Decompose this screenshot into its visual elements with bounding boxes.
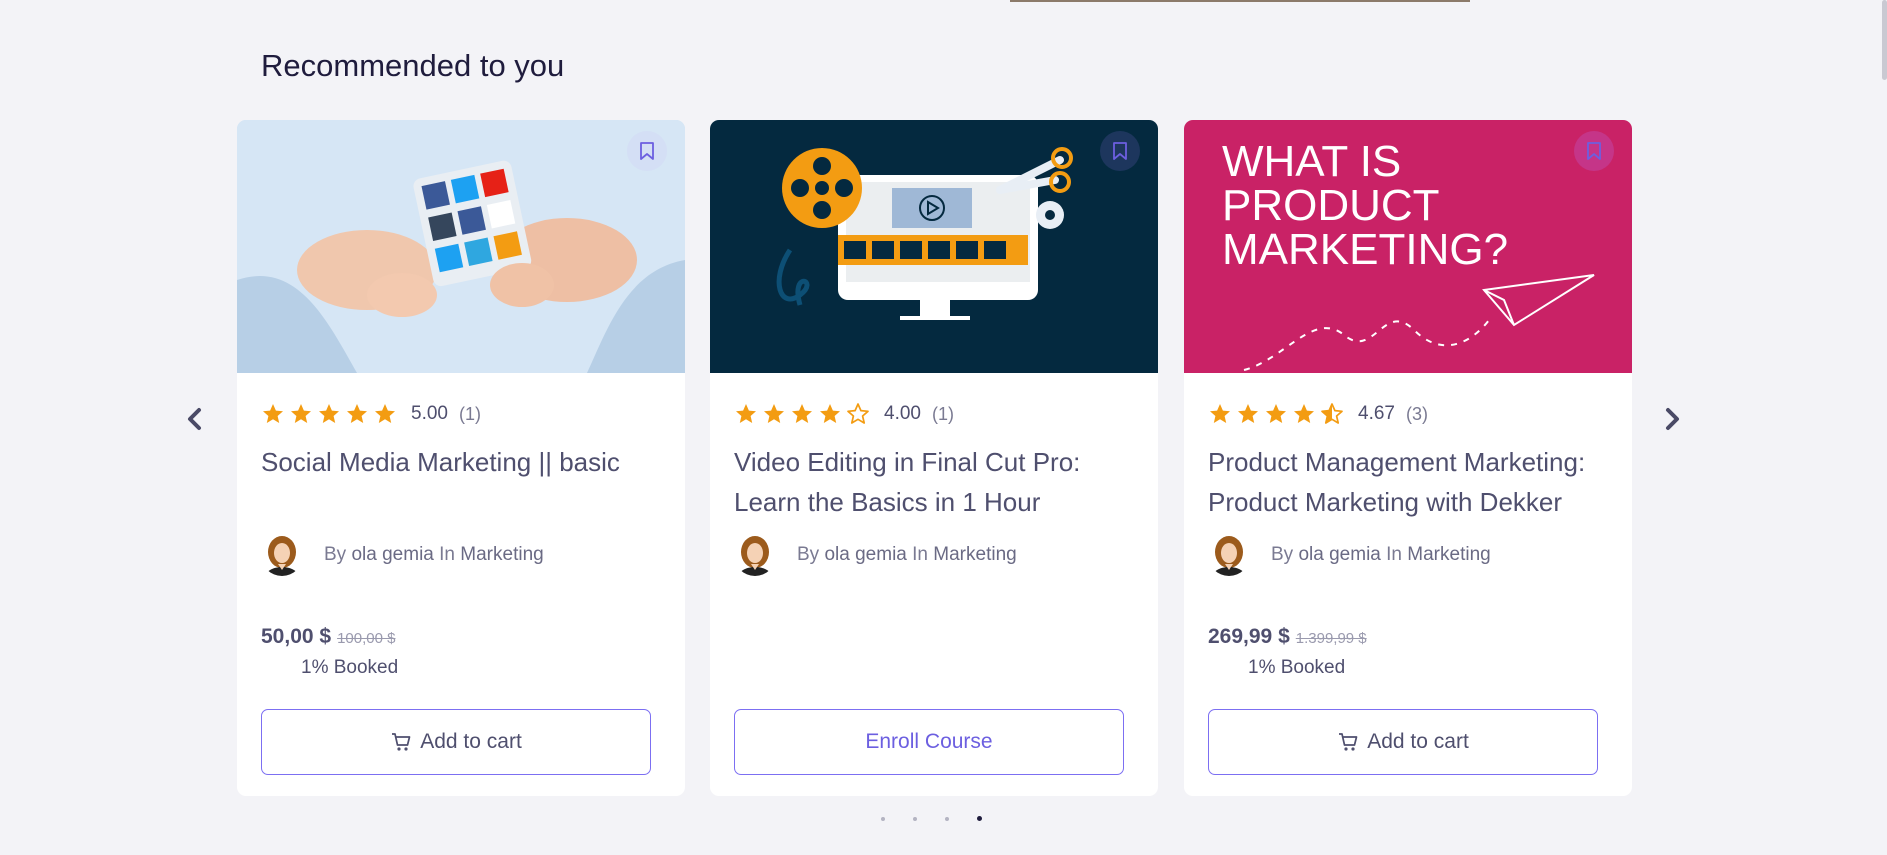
course-thumbnail[interactable]: WHAT IS PRODUCT MARKETING? <box>1184 120 1632 373</box>
category-link[interactable]: Marketing <box>1407 544 1490 565</box>
booked-percentage: 1% Booked <box>1248 657 1346 678</box>
star-full-icon <box>319 404 339 423</box>
pagination-dot[interactable] <box>913 816 917 821</box>
star-full-icon <box>792 404 812 423</box>
rating-count: (1) <box>931 403 954 424</box>
star-full-icon <box>1210 404 1230 423</box>
rating-count: (1) <box>458 403 481 424</box>
cart-icon <box>392 733 411 751</box>
pagination-dot[interactable] <box>881 816 885 821</box>
star-full-icon <box>291 404 311 423</box>
rating-value: 4.00 <box>884 403 921 424</box>
carousel-prev-button[interactable] <box>181 403 209 435</box>
star-full-icon <box>347 404 367 423</box>
star-rating <box>1208 402 1344 426</box>
pagination-dot[interactable] <box>945 816 949 821</box>
top-image-edge <box>1010 0 1470 2</box>
author-text: By ola gemia In Marketing <box>1271 544 1491 566</box>
rating: 5.00 (1) <box>261 402 481 426</box>
author-name-link[interactable]: ola gemia <box>1298 544 1380 565</box>
avatar <box>1208 534 1250 576</box>
thumbnail-text-line-1: WHAT IS <box>1222 137 1401 186</box>
rating: 4.67 (3) <box>1208 402 1428 426</box>
course-title[interactable]: Video Editing in Final Cut Pro: Learn th… <box>734 442 1134 522</box>
category-prefix: In <box>912 544 928 565</box>
star-full-icon <box>764 404 784 423</box>
price: 50,00 $ <box>261 625 332 648</box>
section-title: Recommended to you <box>261 48 565 83</box>
author-name-link[interactable]: ola gemia <box>351 544 433 565</box>
booked-percentage: 1% Booked <box>301 657 399 678</box>
author-prefix: By <box>797 544 820 565</box>
thumbnail-text-line-2: PRODUCT <box>1222 181 1440 230</box>
price-row: 269,99 $ 1.399,99 $ <box>1208 625 1367 649</box>
bookmark-button[interactable] <box>1574 131 1614 171</box>
thumbnail-text-line-3: MARKETING? <box>1222 225 1508 274</box>
carousel-pagination <box>881 816 982 821</box>
course-card[interactable]: 5.00 (1) Social Media Marketing || basic… <box>237 120 685 796</box>
avatar <box>734 534 776 576</box>
price: 269,99 $ <box>1208 625 1290 648</box>
chevron-left-icon <box>188 408 201 430</box>
rating: 4.00 (1) <box>734 402 954 426</box>
star-empty-icon <box>847 403 869 424</box>
course-author: By ola gemia In Marketing <box>734 534 1017 576</box>
carousel-next-button[interactable] <box>1658 403 1686 435</box>
bookmark-button[interactable] <box>627 131 667 171</box>
star-rating <box>734 402 870 426</box>
star-full-icon <box>736 404 756 423</box>
star-half-icon <box>1321 403 1343 424</box>
star-full-icon <box>1238 404 1258 423</box>
rating-value: 4.67 <box>1358 403 1395 424</box>
bookmark-button[interactable] <box>1100 131 1140 171</box>
button-label: Add to cart <box>420 730 522 753</box>
rating-value: 5.00 <box>411 403 448 424</box>
author-text: By ola gemia In Marketing <box>324 544 544 566</box>
old-price: 1.399,99 $ <box>1295 630 1367 647</box>
add-to-cart-button[interactable]: Add to cart <box>261 709 651 775</box>
star-full-icon <box>1266 404 1286 423</box>
star-full-icon <box>375 404 395 423</box>
button-label: Enroll Course <box>865 730 993 753</box>
author-name-link[interactable]: ola gemia <box>824 544 906 565</box>
page-scrollbar[interactable] <box>1882 0 1887 80</box>
button-label: Add to cart <box>1367 730 1469 753</box>
chevron-right-icon <box>1666 408 1679 430</box>
cart-icon <box>1339 733 1358 751</box>
bookmark-icon <box>1113 142 1127 160</box>
avatar <box>261 534 303 576</box>
course-title[interactable]: Product Management Marketing: Product Ma… <box>1208 442 1608 522</box>
author-prefix: By <box>1271 544 1294 565</box>
old-price: 100,00 $ <box>337 630 396 647</box>
category-prefix: In <box>439 544 455 565</box>
author-text: By ola gemia In Marketing <box>797 544 1017 566</box>
course-author: By ola gemia In Marketing <box>261 534 544 576</box>
category-prefix: In <box>1386 544 1402 565</box>
star-full-icon <box>820 404 840 423</box>
category-link[interactable]: Marketing <box>933 544 1016 565</box>
category-link[interactable]: Marketing <box>460 544 543 565</box>
course-author: By ola gemia In Marketing <box>1208 534 1491 576</box>
star-rating <box>261 402 397 426</box>
price-row: 50,00 $ 100,00 $ <box>261 625 395 649</box>
course-title[interactable]: Social Media Marketing || basic <box>261 442 661 482</box>
star-full-icon <box>263 404 283 423</box>
author-prefix: By <box>324 544 347 565</box>
course-thumbnail[interactable] <box>237 120 685 373</box>
pagination-dot-active[interactable] <box>977 816 982 821</box>
bookmark-icon <box>640 142 654 160</box>
star-full-icon <box>1294 404 1314 423</box>
course-thumbnail[interactable] <box>710 120 1158 373</box>
enroll-course-button[interactable]: Enroll Course <box>734 709 1124 775</box>
bookmark-icon <box>1587 142 1601 160</box>
add-to-cart-button[interactable]: Add to cart <box>1208 709 1598 775</box>
course-card[interactable]: WHAT IS PRODUCT MARKETING? 4.67 (3) Prod… <box>1184 120 1632 796</box>
course-card[interactable]: 4.00 (1) Video Editing in Final Cut Pro:… <box>710 120 1158 796</box>
rating-count: (3) <box>1405 403 1428 424</box>
